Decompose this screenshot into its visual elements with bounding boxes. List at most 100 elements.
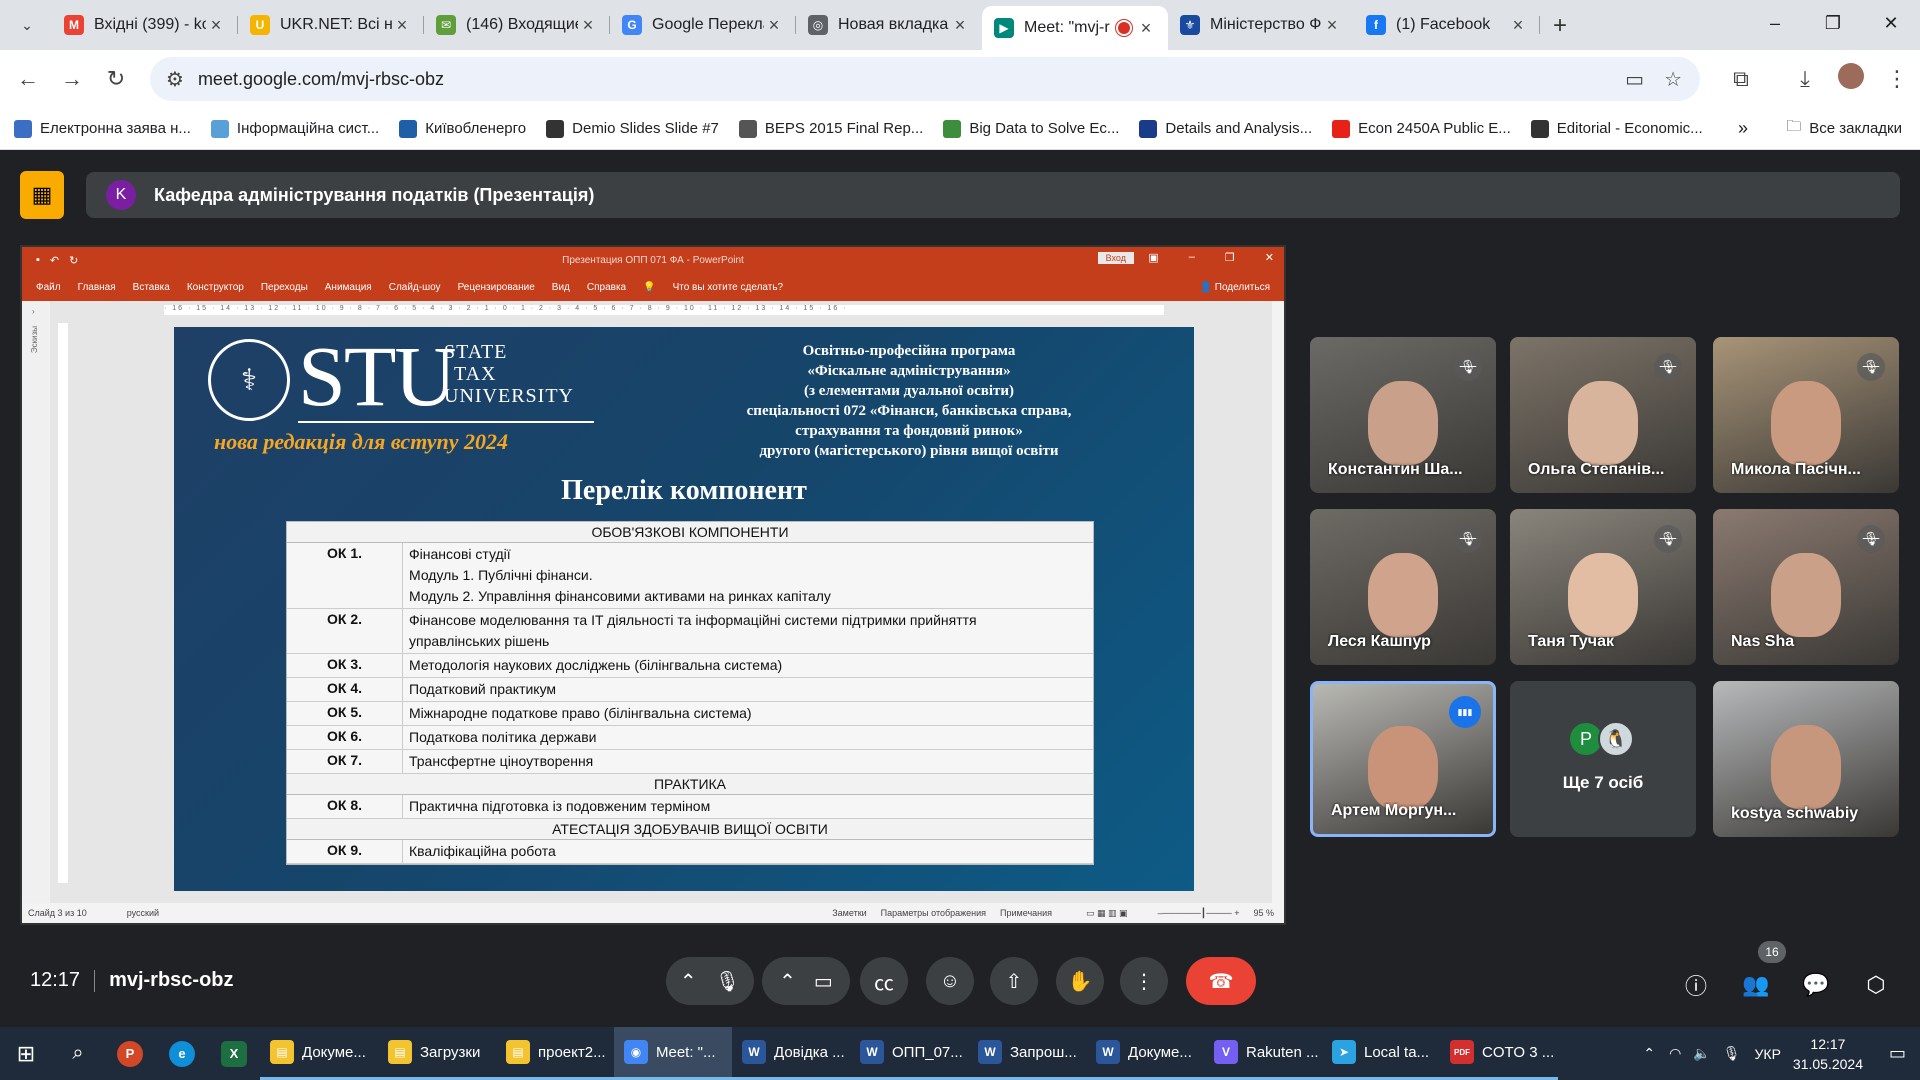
- participant-tile[interactable]: 🎙 Ольга Степанів...: [1510, 337, 1696, 493]
- browser-tab[interactable]: U UKR.NET: Всі нов×: [238, 6, 424, 44]
- participant-tile[interactable]: 🎙 Nas Sha: [1713, 509, 1899, 665]
- close-window-button[interactable]: ✕: [1862, 0, 1920, 46]
- bookmark-item[interactable]: Demio Slides Slide #7: [546, 119, 719, 138]
- profile-avatar[interactable]: [1828, 63, 1874, 95]
- back-button[interactable]: ←: [6, 57, 50, 101]
- reload-button[interactable]: ↻: [94, 57, 138, 101]
- bookmark-item[interactable]: Editorial - Economic...: [1530, 119, 1703, 138]
- taskbar-app[interactable]: V Rakuten ...: [1204, 1027, 1322, 1080]
- people-button[interactable]: 👥: [1736, 965, 1776, 1005]
- more-participants-tile[interactable]: P 🐧 Ще 7 осіб: [1510, 681, 1696, 837]
- browser-tab[interactable]: f (1) Facebook ×: [1354, 6, 1540, 44]
- taskbar-app[interactable]: ▤ Загрузки: [378, 1027, 496, 1080]
- taskbar-app[interactable]: W Довідка ...: [732, 1027, 850, 1080]
- participant-tile[interactable]: kostya schwabiy: [1713, 681, 1899, 837]
- browser-tab[interactable]: ✉ (146) Входящие ×: [424, 6, 610, 44]
- browser-tab[interactable]: ⚜ Міністерство Фі ×: [1168, 6, 1354, 44]
- bookmark-item[interactable]: Електронна заява н...: [14, 119, 191, 138]
- pinned-powerpoint[interactable]: P: [104, 1027, 156, 1080]
- search-button[interactable]: ⌕: [52, 1027, 104, 1080]
- bookmark-item[interactable]: Big Data to Solve Ec...: [943, 119, 1119, 138]
- tab-close-icon[interactable]: ×: [1322, 15, 1342, 36]
- ppt-menu-item: Переходы: [260, 281, 308, 293]
- more-options-button[interactable]: ⋮: [1120, 957, 1168, 1005]
- participant-tile[interactable]: 🎙 Таня Тучак: [1510, 509, 1696, 665]
- component-line: Податкова політика держави: [409, 729, 597, 745]
- taskbar-app[interactable]: ▤ Докуме...: [260, 1027, 378, 1080]
- bookmark-star-icon[interactable]: ☆: [1664, 67, 1682, 92]
- tab-close-icon[interactable]: ×: [1136, 18, 1156, 39]
- taskbar-clock[interactable]: 12:17 31.05.2024: [1793, 1034, 1863, 1074]
- tab-close-icon[interactable]: ×: [950, 15, 970, 36]
- extensions-icon[interactable]: ⧉: [1718, 66, 1764, 92]
- program-line: «Фіскальне адміністрування»: [807, 363, 1011, 379]
- taskbar-app[interactable]: ▤ проект2...: [496, 1027, 614, 1080]
- taskbar-app-label: Довідка ...: [774, 1043, 845, 1061]
- address-bar[interactable]: ⚙ meet.google.com/mvj-rbsc-obz ▭ ☆: [150, 57, 1700, 101]
- network-icon[interactable]: ◠: [1669, 1045, 1681, 1062]
- chat-button[interactable]: 💬: [1796, 965, 1836, 1005]
- present-button[interactable]: ⇧: [990, 957, 1038, 1005]
- browser-tab[interactable]: ◎ Новая вкладка ×: [796, 6, 982, 44]
- participant-tile[interactable]: 🎙 Леся Кашпур: [1310, 509, 1496, 665]
- microphone-tray-icon[interactable]: 🎙: [1723, 1045, 1741, 1062]
- taskbar-app[interactable]: ➤ Local ta...: [1322, 1027, 1440, 1080]
- app-icon: W: [742, 1040, 766, 1064]
- pinned-edge[interactable]: e: [156, 1027, 208, 1080]
- tab-close-icon[interactable]: ×: [1508, 15, 1528, 36]
- participant-tile[interactable]: 🎙 Константин Ша...: [1310, 337, 1496, 493]
- raise-hand-button[interactable]: ✋: [1056, 957, 1104, 1005]
- camera-button[interactable]: ⌃ ▭: [762, 957, 850, 1005]
- tab-close-icon[interactable]: ×: [764, 15, 784, 36]
- start-button[interactable]: ⊞: [0, 1041, 52, 1067]
- pinned-excel[interactable]: X: [208, 1027, 260, 1080]
- minimize-button[interactable]: –: [1746, 0, 1804, 46]
- tab-search-button[interactable]: ⌄: [8, 6, 46, 44]
- participant-tile[interactable]: ▮▮▮ Артем Моргун...: [1310, 681, 1496, 837]
- bookmark-favicon-icon: [210, 119, 229, 138]
- bookmark-item[interactable]: Київобленерго: [399, 119, 526, 138]
- chevron-up-icon[interactable]: ⌃: [779, 969, 796, 994]
- taskbar-app[interactable]: W ОПП_07...: [850, 1027, 968, 1080]
- browser-tab[interactable]: G Google Перекла ×: [610, 6, 796, 44]
- chevron-up-icon[interactable]: ⌃: [680, 969, 697, 994]
- volume-icon[interactable]: 🔈: [1693, 1045, 1710, 1062]
- taskbar-app[interactable]: ◉ Meet: "...: [614, 1027, 732, 1080]
- browser-menu-icon[interactable]: ⋮: [1874, 66, 1920, 92]
- bookmark-item[interactable]: BEPS 2015 Final Rep...: [738, 119, 923, 138]
- arrow-right-icon: →: [61, 66, 83, 91]
- taskbar-app[interactable]: W Докуме...: [1086, 1027, 1204, 1080]
- forward-button[interactable]: →: [50, 57, 94, 101]
- tab-close-icon[interactable]: ×: [392, 15, 412, 36]
- leave-call-button[interactable]: ☎: [1186, 957, 1256, 1005]
- keyboard-language[interactable]: УКР: [1755, 1046, 1781, 1062]
- bookmark-item[interactable]: Інформаційна сист...: [210, 119, 379, 138]
- all-bookmarks-label: Все закладки: [1809, 120, 1902, 137]
- tab-close-icon[interactable]: ×: [578, 15, 598, 36]
- participant-tile[interactable]: 🎙 Микола Пасічн...: [1713, 337, 1899, 493]
- meeting-info-button[interactable]: ⓘ: [1676, 965, 1716, 1005]
- all-bookmarks-button[interactable]: 🗀 Все закладки: [1786, 116, 1902, 141]
- download-icon[interactable]: ⤓: [1782, 66, 1828, 92]
- microphone-button[interactable]: ⌃ 🎙: [666, 957, 754, 1005]
- tab-close-icon[interactable]: ×: [206, 15, 226, 36]
- tray-overflow-icon[interactable]: ⌃: [1643, 1045, 1655, 1062]
- more-bookmarks-icon[interactable]: »: [1738, 118, 1748, 139]
- browser-tab[interactable]: ▶ Meet: "mvj-r ×: [982, 6, 1168, 50]
- bookmark-item[interactable]: Econ 2450A Public E...: [1332, 119, 1511, 138]
- university-seal-icon: ⚕: [208, 339, 290, 421]
- address-url[interactable]: meet.google.com/mvj-rbsc-obz: [198, 69, 444, 90]
- captions-button[interactable]: ㏄: [860, 957, 908, 1005]
- reactions-button[interactable]: ☺: [926, 957, 974, 1005]
- taskbar-app[interactable]: W Запрош...: [968, 1027, 1086, 1080]
- new-tab-button[interactable]: +: [1540, 12, 1580, 40]
- taskbar-app[interactable]: PDF COTO 3 ...: [1440, 1027, 1558, 1080]
- browser-tab[interactable]: M Вхідні (399) - ko ×: [52, 6, 238, 44]
- restore-button[interactable]: ❐: [1804, 0, 1862, 46]
- site-info-icon[interactable]: ⚙: [166, 67, 184, 92]
- notifications-icon[interactable]: ▭: [1889, 1043, 1906, 1064]
- browser-tab-strip: ⌄ MВхідні (399) - ko×UUKR.NET: Всі нов×✉…: [0, 0, 1920, 50]
- camera-icon[interactable]: ▭: [1625, 67, 1644, 92]
- activities-button[interactable]: ⬡: [1856, 965, 1896, 1005]
- bookmark-item[interactable]: Details and Analysis...: [1139, 119, 1312, 138]
